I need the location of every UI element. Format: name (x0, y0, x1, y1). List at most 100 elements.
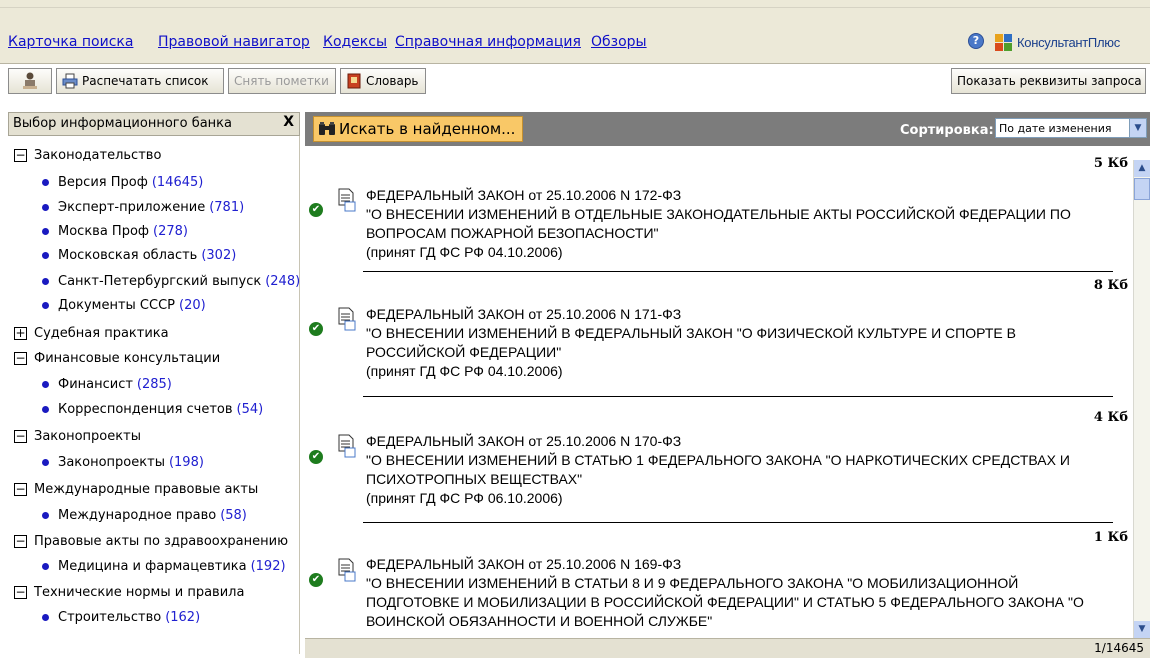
print-list-label: Распечатать список (82, 74, 209, 88)
doc-line: "О ВНЕСЕНИИ ИЗМЕНЕНИЙ В СТАТЬИ 8 И 9 ФЕД… (366, 575, 1019, 591)
nav-link-reference-info[interactable]: Справочная информация (395, 34, 581, 50)
unmark-button[interactable]: Снять пометки (228, 68, 336, 94)
tree-item-ussr-docs[interactable]: Документы СССР (20) (42, 296, 206, 314)
tree-group-financial-consulting[interactable]: − Финансовые консультации (14, 349, 220, 367)
help-icon[interactable]: ? (968, 33, 984, 49)
dictionary-label: Словарь (366, 74, 419, 88)
doc-line: ФЕДЕРАЛЬНЫЙ ЗАКОН от 25.10.2006 N 169-ФЗ (366, 556, 682, 572)
checkmark-icon: ✔ (309, 573, 323, 587)
binoculars-icon (318, 120, 336, 138)
tree-item-account-correspondence[interactable]: Корреспонденция счетов (54) (42, 400, 263, 418)
collapse-icon[interactable]: − (14, 585, 27, 599)
tree-item-label: Московская область (58, 247, 198, 263)
bullet-icon (42, 562, 49, 570)
tree-group-legislation[interactable]: − Законодательство (14, 146, 161, 164)
document-entry[interactable]: ФЕДЕРАЛЬНЫЙ ЗАКОН от 25.10.2006 N 172-ФЗ… (366, 186, 1126, 262)
collapse-icon[interactable]: − (14, 429, 27, 443)
collapse-icon[interactable]: − (14, 482, 27, 496)
tree-item-medicine[interactable]: Медицина и фармацевтика (192) (42, 557, 286, 575)
close-icon[interactable]: X (283, 114, 294, 130)
reader-icon (20, 71, 40, 91)
doc-line: ПСИХОТРОПНЫХ ВЕЩЕСТВАХ" (366, 471, 583, 487)
tree-item-count: (58) (220, 507, 247, 523)
tree-item-label: Медицина и фармацевтика (58, 558, 247, 574)
doc-separator (363, 396, 1113, 397)
document-entry[interactable]: ФЕДЕРАЛЬНЫЙ ЗАКОН от 25.10.2006 N 171-ФЗ… (366, 305, 1126, 381)
tree-item-label: Международное право (58, 507, 217, 523)
bullet-icon (42, 380, 49, 388)
bullet-icon (42, 203, 49, 211)
bullet-icon (42, 251, 49, 259)
checkmark-icon: ✔ (309, 203, 323, 217)
tree-item-label: Санкт-Петербургский выпуск (58, 273, 262, 289)
tree-group-court-practice[interactable]: + Судебная практика (14, 324, 169, 342)
nav-link-legal-navigator[interactable]: Правовой навигатор (158, 34, 310, 50)
tree-item-label: Документы СССР (58, 297, 175, 313)
tree-item-count: (54) (236, 401, 264, 417)
nav-link-search-card[interactable]: Карточка поиска (8, 34, 133, 50)
doc-line: ФЕДЕРАЛЬНЫЙ ЗАКОН от 25.10.2006 N 172-ФЗ (366, 187, 682, 203)
tree-item-count: (285) (136, 376, 172, 392)
nav-link-codes[interactable]: Кодексы (323, 34, 387, 50)
document-icon (337, 558, 357, 582)
sort-select-value: По дате изменения (999, 121, 1112, 135)
dictionary-button[interactable]: Словарь (340, 68, 426, 94)
results-scrollbar[interactable]: ▲ ▼ (1133, 160, 1150, 638)
show-query-details-button[interactable]: Показать реквизиты запроса (951, 68, 1146, 94)
dictionary-icon (346, 73, 362, 89)
scroll-down-icon[interactable]: ▼ (1134, 621, 1150, 638)
scroll-up-icon[interactable]: ▲ (1134, 160, 1150, 177)
tree-item-bills[interactable]: Законопроекты (198) (42, 453, 204, 471)
tree-item-financist[interactable]: Финансист (285) (42, 375, 172, 393)
doc-line: "О ВНЕСЕНИИ ИЗМЕНЕНИЙ В СТАТЬЮ 1 ФЕДЕРАЛ… (366, 452, 1070, 468)
tree-group-bills[interactable]: − Законопроекты (14, 427, 141, 445)
document-entry[interactable]: ФЕДЕРАЛЬНЫЙ ЗАКОН от 25.10.2006 N 170-ФЗ… (366, 432, 1126, 508)
tree-group-label: Технические нормы и правила (34, 584, 245, 600)
search-in-found-button[interactable]: Искать в найденном... (313, 116, 523, 142)
nav-link-reviews[interactable]: Обзоры (591, 34, 647, 50)
collapse-icon[interactable]: − (14, 148, 27, 162)
tree-group-international-acts[interactable]: − Международные правовые акты (14, 480, 258, 498)
collapse-icon[interactable]: − (14, 534, 27, 548)
tree-item-moscow-prof[interactable]: Москва Проф (278) (42, 222, 188, 240)
tree-item-moscow-region[interactable]: Московская область (302) (42, 246, 236, 264)
tree-item-count: (302) (201, 247, 237, 263)
tree-item-count: (14645) (151, 174, 204, 190)
search-in-found-label: Искать в найденном... (339, 120, 516, 138)
reader-button[interactable] (8, 68, 52, 94)
printer-icon (62, 73, 78, 89)
sort-select[interactable]: По дате изменения ▼ (995, 118, 1147, 138)
tree-group-label: Международные правовые акты (34, 481, 259, 497)
chevron-down-icon[interactable]: ▼ (1129, 119, 1146, 137)
info-bank-panel-header: Выбор информационного банка X (8, 112, 300, 136)
tree-item-construction[interactable]: Строительство (162) (42, 608, 200, 626)
tree-item-count: (20) (179, 297, 206, 313)
document-entry[interactable]: ФЕДЕРАЛЬНЫЙ ЗАКОН от 25.10.2006 N 169-ФЗ… (366, 555, 1126, 631)
document-icon (337, 434, 357, 458)
document-counter: 1/14645 (1094, 641, 1144, 655)
results-list: 5 Кб ✔ ФЕДЕРАЛЬНЫЙ ЗАКОН от 25.10.2006 N… (305, 148, 1133, 638)
bullet-icon (42, 301, 49, 309)
tree-group-technical-norms[interactable]: − Технические нормы и правила (14, 583, 244, 601)
tree-item-count: (192) (250, 558, 286, 574)
tree-item-label: Корреспонденция счетов (58, 401, 233, 417)
top-navigation-bar (0, 0, 1150, 64)
tree-item-spb-edition[interactable]: Санкт-Петербургский выпуск (248) (42, 272, 300, 290)
document-icon (337, 307, 357, 331)
tree-item-label: Финансист (58, 376, 133, 392)
tree-item-count: (781) (209, 199, 245, 215)
tree-group-label: Законопроекты (34, 428, 141, 444)
print-list-button[interactable]: Распечатать список (56, 68, 224, 94)
status-bar: 1/14645 (305, 638, 1150, 658)
tree-group-healthcare-acts[interactable]: − Правовые акты по здравоохранению (14, 532, 288, 550)
tree-item-international-law[interactable]: Международное право (58) (42, 506, 247, 524)
doc-size: 5 Кб (1093, 156, 1128, 171)
collapse-icon[interactable]: − (14, 351, 27, 365)
doc-line: ФЕДЕРАЛЬНЫЙ ЗАКОН от 25.10.2006 N 171-ФЗ (366, 306, 682, 322)
tree-item-expert-app[interactable]: Эксперт-приложение (781) (42, 198, 244, 216)
scroll-thumb[interactable] (1134, 178, 1150, 200)
tree-group-label: Судебная практика (34, 325, 169, 341)
tree-item-version-prof[interactable]: Версия Проф (14645) (42, 173, 203, 191)
tree-item-count: (248) (265, 273, 301, 289)
expand-icon[interactable]: + (14, 326, 27, 340)
